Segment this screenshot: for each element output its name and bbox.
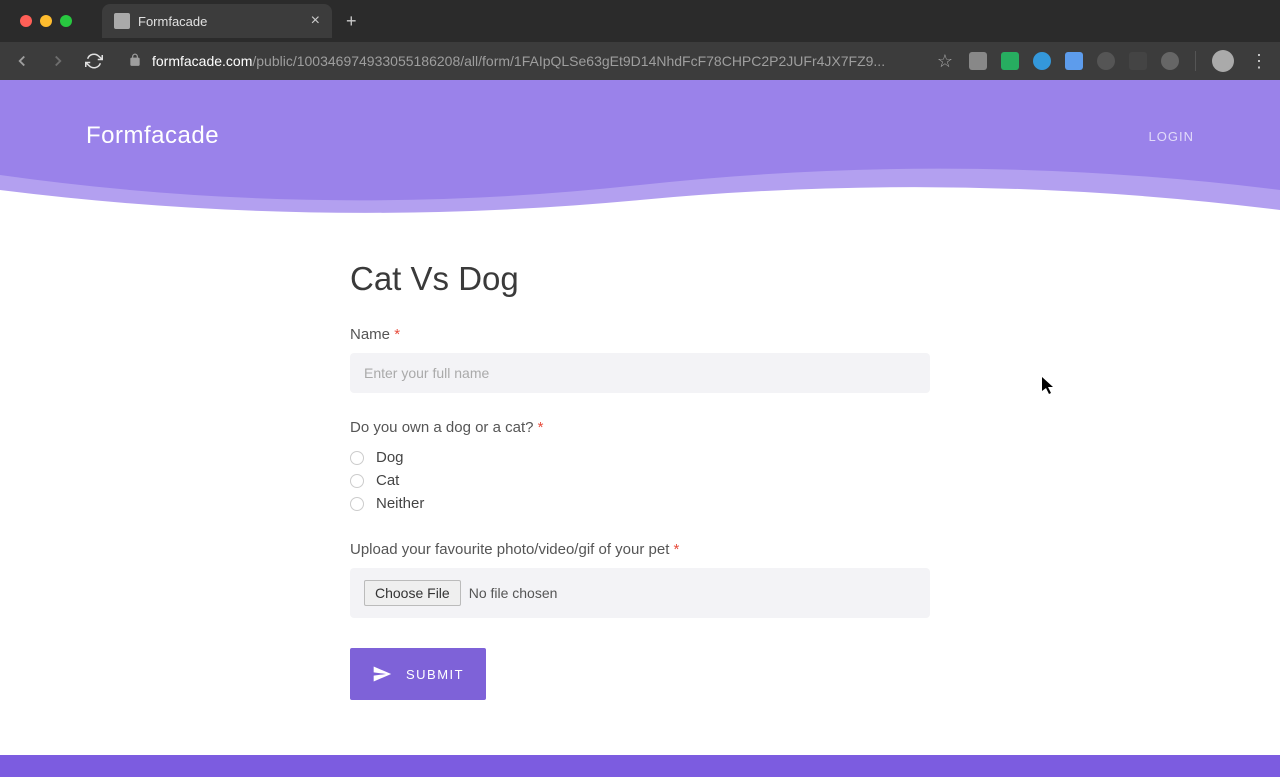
submit-label: SUBMIT: [406, 667, 464, 682]
reload-icon[interactable]: [84, 52, 104, 70]
brand-logo[interactable]: Formfacade: [86, 122, 219, 150]
required-indicator: *: [538, 419, 544, 436]
submit-button[interactable]: SUBMIT: [350, 648, 486, 700]
star-icon[interactable]: ☆: [937, 51, 953, 72]
page-header: Formfacade LOGIN: [0, 80, 1280, 150]
login-link[interactable]: LOGIN: [1149, 129, 1194, 144]
file-status: No file chosen: [469, 585, 558, 601]
lock-icon: [128, 53, 142, 70]
extension-icon[interactable]: [969, 52, 987, 70]
url-bar: formfacade.com/public/100346974933055186…: [0, 42, 1280, 80]
extension-icon[interactable]: [1001, 52, 1019, 70]
required-indicator: *: [394, 326, 400, 343]
name-label: Name *: [350, 326, 930, 343]
radio-group-pet: Dog Cat Neither: [350, 446, 930, 515]
radio-icon: [350, 497, 364, 511]
traffic-lights: [10, 15, 82, 27]
radio-label: Dog: [376, 449, 404, 466]
back-icon[interactable]: [12, 52, 32, 70]
new-tab-button[interactable]: +: [346, 11, 357, 32]
extensions: [969, 52, 1179, 70]
form-container: Cat Vs Dog Name * Do you own a dog or a …: [350, 260, 930, 700]
tab-bar: Formfacade × +: [0, 0, 1280, 42]
choose-file-button[interactable]: Choose File: [364, 580, 461, 606]
radio-option-dog[interactable]: Dog: [350, 446, 930, 469]
footer-bar: [0, 755, 1280, 777]
profile-avatar[interactable]: [1212, 50, 1234, 72]
send-icon: [372, 664, 392, 684]
extension-icon[interactable]: [1065, 52, 1083, 70]
radio-option-cat[interactable]: Cat: [350, 469, 930, 492]
radio-label: Neither: [376, 495, 424, 512]
window-minimize-button[interactable]: [40, 15, 52, 27]
cursor-icon: [1042, 377, 1056, 400]
favicon-icon: [114, 13, 130, 29]
close-icon[interactable]: ×: [311, 12, 320, 30]
radio-icon: [350, 451, 364, 465]
extension-icon[interactable]: [1097, 52, 1115, 70]
radio-icon: [350, 474, 364, 488]
extension-icon[interactable]: [1161, 52, 1179, 70]
forward-icon[interactable]: [48, 52, 68, 70]
radio-label: Cat: [376, 472, 399, 489]
tab-title: Formfacade: [138, 14, 303, 29]
name-input[interactable]: [350, 353, 930, 393]
browser-chrome: Formfacade × + formfacade.com/public/100…: [0, 0, 1280, 80]
window-close-button[interactable]: [20, 15, 32, 27]
url-field[interactable]: formfacade.com/public/100346974933055186…: [120, 53, 921, 70]
file-upload[interactable]: Choose File No file chosen: [350, 568, 930, 618]
menu-icon[interactable]: ⋮: [1250, 51, 1268, 72]
window-maximize-button[interactable]: [60, 15, 72, 27]
radio-option-neither[interactable]: Neither: [350, 492, 930, 515]
form-title: Cat Vs Dog: [350, 260, 930, 298]
page-content: Formfacade LOGIN Cat Vs Dog Name * Do yo…: [0, 80, 1280, 777]
url-text: formfacade.com/public/100346974933055186…: [152, 53, 885, 69]
required-indicator: *: [674, 541, 680, 558]
pet-question-label: Do you own a dog or a cat? *: [350, 419, 930, 436]
browser-tab[interactable]: Formfacade ×: [102, 4, 332, 38]
extension-icon[interactable]: [1129, 52, 1147, 70]
upload-label: Upload your favourite photo/video/gif of…: [350, 541, 930, 558]
extension-icon[interactable]: [1033, 52, 1051, 70]
